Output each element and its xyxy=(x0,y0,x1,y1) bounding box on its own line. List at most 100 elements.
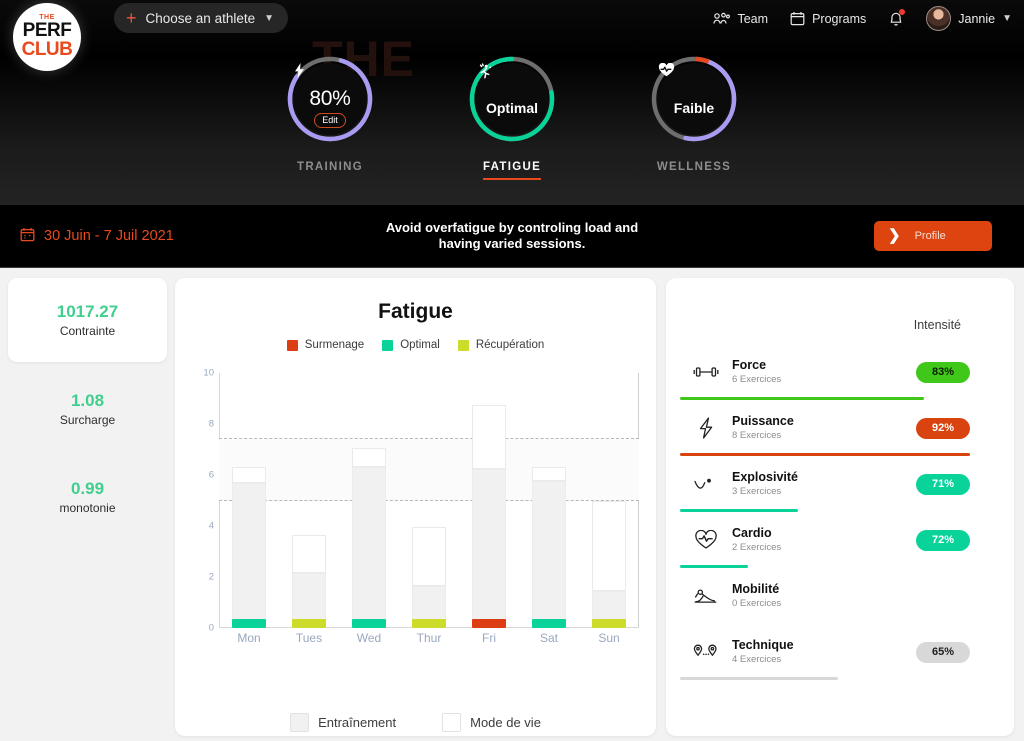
series-legend-label: Entraînement xyxy=(318,715,397,730)
chart-bottom-legend: Entraînement Mode de vie xyxy=(175,713,656,732)
intensity-badge: 65% xyxy=(916,641,970,663)
category-list: Force 6 Exercices 83% Puissance 8 Exercices 9… xyxy=(666,278,1014,680)
pins-icon xyxy=(680,642,732,662)
category-exercise-count: 0 Exercices xyxy=(732,598,782,609)
series-legend-item: Entraînement xyxy=(290,713,396,732)
bar-column[interactable] xyxy=(579,373,639,628)
category-row-cardio[interactable]: Cardio 2 Exercices 72% xyxy=(666,512,1014,568)
bar-segment-mode-de-vie xyxy=(471,404,507,469)
bar-segment-mode-de-vie xyxy=(591,500,627,592)
legend-swatch xyxy=(286,339,298,351)
bar-segment-entrainement xyxy=(231,482,267,628)
gauge-label-fatigue[interactable]: FATIGUE xyxy=(482,161,542,180)
metric-label: Contrainte xyxy=(59,324,116,338)
chart-legend: Surmenage Optimal Récupération xyxy=(175,339,656,351)
stacked-bar xyxy=(591,500,627,628)
fatigue-value: Optimal xyxy=(485,99,539,116)
x-axis-tick: Fri xyxy=(482,631,496,645)
intensity-badge: 71% xyxy=(916,473,970,495)
app-root: THE PERF CLUB + Choose an athlete ▼ Team xyxy=(0,0,1024,741)
top-navigation: Team Programs Jannie ▼ xyxy=(713,6,1012,31)
series-legend-swatch xyxy=(290,713,310,732)
category-name: Technique xyxy=(732,638,794,652)
category-exercise-count: 8 Exercices xyxy=(732,430,782,441)
bolt-icon xyxy=(680,417,732,439)
x-axis-tick: Thur xyxy=(416,631,442,645)
category-exercise-count: 6 Exercices xyxy=(732,374,782,385)
y-axis: 0 2 4 6 8 10 xyxy=(197,368,219,634)
x-axis-labels: Mon Tues Wed Thur Fri Sat Sun xyxy=(219,631,639,645)
metric-value: 1.08 xyxy=(70,391,105,410)
category-progress-bar xyxy=(680,677,838,680)
chart-title: Fatigue xyxy=(378,300,453,323)
mobility-icon xyxy=(680,586,732,606)
metric-contrainte[interactable]: 1017.27 Contrainte xyxy=(8,278,167,362)
choose-athlete-label: Choose an athlete xyxy=(145,10,256,26)
metric-monotonie[interactable]: 0.99 monotonie xyxy=(0,456,175,538)
gauge-label-training[interactable]: TRAINING xyxy=(297,161,363,178)
bar-status-indicator xyxy=(351,619,387,628)
bar-status-indicator xyxy=(531,619,567,628)
category-row-technique[interactable]: Technique 4 Exercices 65% xyxy=(666,624,1014,680)
bar-column[interactable] xyxy=(219,373,279,628)
banner-message: Avoid overfatigue by controling load and… xyxy=(0,220,1024,252)
metric-surcharge[interactable]: 1.08 Surcharge xyxy=(0,368,175,450)
profile-button[interactable]: ❯ Profile xyxy=(874,221,992,251)
banner-message-line1: Avoid overfatigue by controling load and xyxy=(385,220,639,235)
stacked-bar xyxy=(471,404,507,628)
bar-segment-mode-de-vie xyxy=(231,467,267,483)
category-row-explosivit[interactable]: Explosivité 3 Exercices 71% xyxy=(666,456,1014,512)
notification-badge xyxy=(899,9,906,15)
legend-swatch xyxy=(457,339,469,351)
intensity-badge: 72% xyxy=(916,529,970,551)
bar-segment-mode-de-vie xyxy=(351,448,387,468)
training-ring[interactable]: 80% Edit xyxy=(286,55,374,143)
category-text: Mobilité 0 Exercices xyxy=(732,582,916,610)
chevron-down-icon: ▼ xyxy=(264,12,275,24)
bar-segment-mode-de-vie xyxy=(291,534,327,574)
intensity-badge: 92% xyxy=(916,417,970,439)
nav-item-team[interactable]: Team xyxy=(713,12,768,26)
bar-column[interactable] xyxy=(339,373,399,628)
gauge-label-wellness[interactable]: WELLNESS xyxy=(657,161,731,178)
stacked-bar xyxy=(291,534,327,628)
stacked-bar xyxy=(351,448,387,628)
dumbbell-icon xyxy=(680,364,732,380)
nav-label-programs: Programs xyxy=(812,11,867,26)
choose-athlete-dropdown[interactable]: + Choose an athlete ▼ xyxy=(114,3,289,33)
category-row-force[interactable]: Force 6 Exercices 83% xyxy=(666,344,1014,400)
heart-pulse-icon xyxy=(680,530,732,550)
dashboard-body: 1017.27 Contrainte 1.08 Surcharge 0.99 m… xyxy=(0,268,1024,736)
edit-button[interactable]: Edit xyxy=(314,112,346,128)
category-text: Cardio 2 Exercices xyxy=(732,526,916,554)
category-text: Technique 4 Exercices xyxy=(732,638,916,666)
fatigue-ring[interactable]: Optimal xyxy=(468,55,556,143)
bar-column[interactable] xyxy=(459,373,519,628)
intensity-card: Intensité Force 6 Exercices 83% Puissance 8 … xyxy=(666,278,1014,736)
user-menu[interactable]: Jannie ▼ xyxy=(926,6,1012,31)
metric-value: 0.99 xyxy=(70,479,105,498)
x-axis-tick: Mon xyxy=(237,631,261,645)
chart-plot-area: 0 2 4 6 8 10 Mon Tues Wed Thur Fri Sat Sun xyxy=(197,368,646,645)
y-axis-tick: 4 xyxy=(208,520,214,532)
category-row-mobilit[interactable]: Mobilité 0 Exercices xyxy=(666,568,1014,624)
banner-message-line2: having varied sessions. xyxy=(438,236,586,251)
x-axis-tick: Tues xyxy=(295,631,323,645)
legend-item: Optimal xyxy=(382,339,440,351)
series-legend-label: Mode de vie xyxy=(470,715,541,730)
bar-column[interactable] xyxy=(279,373,339,628)
bar-column[interactable] xyxy=(519,373,579,628)
wellness-ring[interactable]: Faible xyxy=(650,55,738,143)
metric-label: monotonie xyxy=(59,501,116,515)
y-axis-tick: 10 xyxy=(203,367,214,379)
category-name: Explosivité xyxy=(732,470,798,484)
bar-segment-entrainement xyxy=(531,481,567,628)
stacked-bar xyxy=(411,527,447,628)
bar-segment-entrainement xyxy=(351,467,387,628)
category-row-puissance[interactable]: Puissance 8 Exercices 92% xyxy=(666,400,1014,456)
bar-column[interactable] xyxy=(399,373,459,628)
category-exercise-count: 2 Exercices xyxy=(732,542,782,553)
nav-item-programs[interactable]: Programs xyxy=(790,11,866,26)
notifications-button[interactable] xyxy=(888,9,906,27)
nav-label-team: Team xyxy=(737,11,769,26)
